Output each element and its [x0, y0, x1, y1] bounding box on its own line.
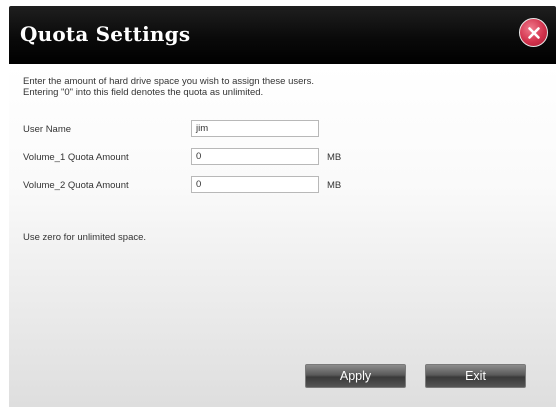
- volume2-unit: MB: [327, 180, 342, 191]
- volume1-quota-label: Volume_1 Quota Amount: [23, 152, 129, 163]
- volume1-quota-input[interactable]: 0: [191, 148, 319, 165]
- close-button[interactable]: [519, 18, 548, 47]
- intro-line-1: Enter the amount of hard drive space you…: [23, 76, 314, 87]
- exit-button[interactable]: Exit: [425, 364, 526, 388]
- intro-line-2: Entering "0" into this field denotes the…: [23, 87, 264, 98]
- apply-button[interactable]: Apply: [305, 364, 406, 388]
- dialog-title: Quota Settings: [20, 22, 191, 46]
- volume2-quota-label: Volume_2 Quota Amount: [23, 180, 129, 191]
- dialog-titlebar: Quota Settings: [9, 6, 556, 64]
- unlimited-hint: Use zero for unlimited space.: [23, 232, 147, 243]
- quota-settings-dialog: Quota Settings Enter the amount of hard …: [0, 0, 556, 407]
- user-name-field[interactable]: jim: [191, 120, 319, 137]
- volume1-unit: MB: [327, 152, 342, 163]
- close-icon: [527, 26, 541, 40]
- intro-text: Enter the amount of hard drive space you…: [23, 76, 314, 98]
- volume2-quota-input[interactable]: 0: [191, 176, 319, 193]
- user-name-label: User Name: [23, 124, 72, 135]
- dialog-content: Enter the amount of hard drive space you…: [9, 64, 556, 407]
